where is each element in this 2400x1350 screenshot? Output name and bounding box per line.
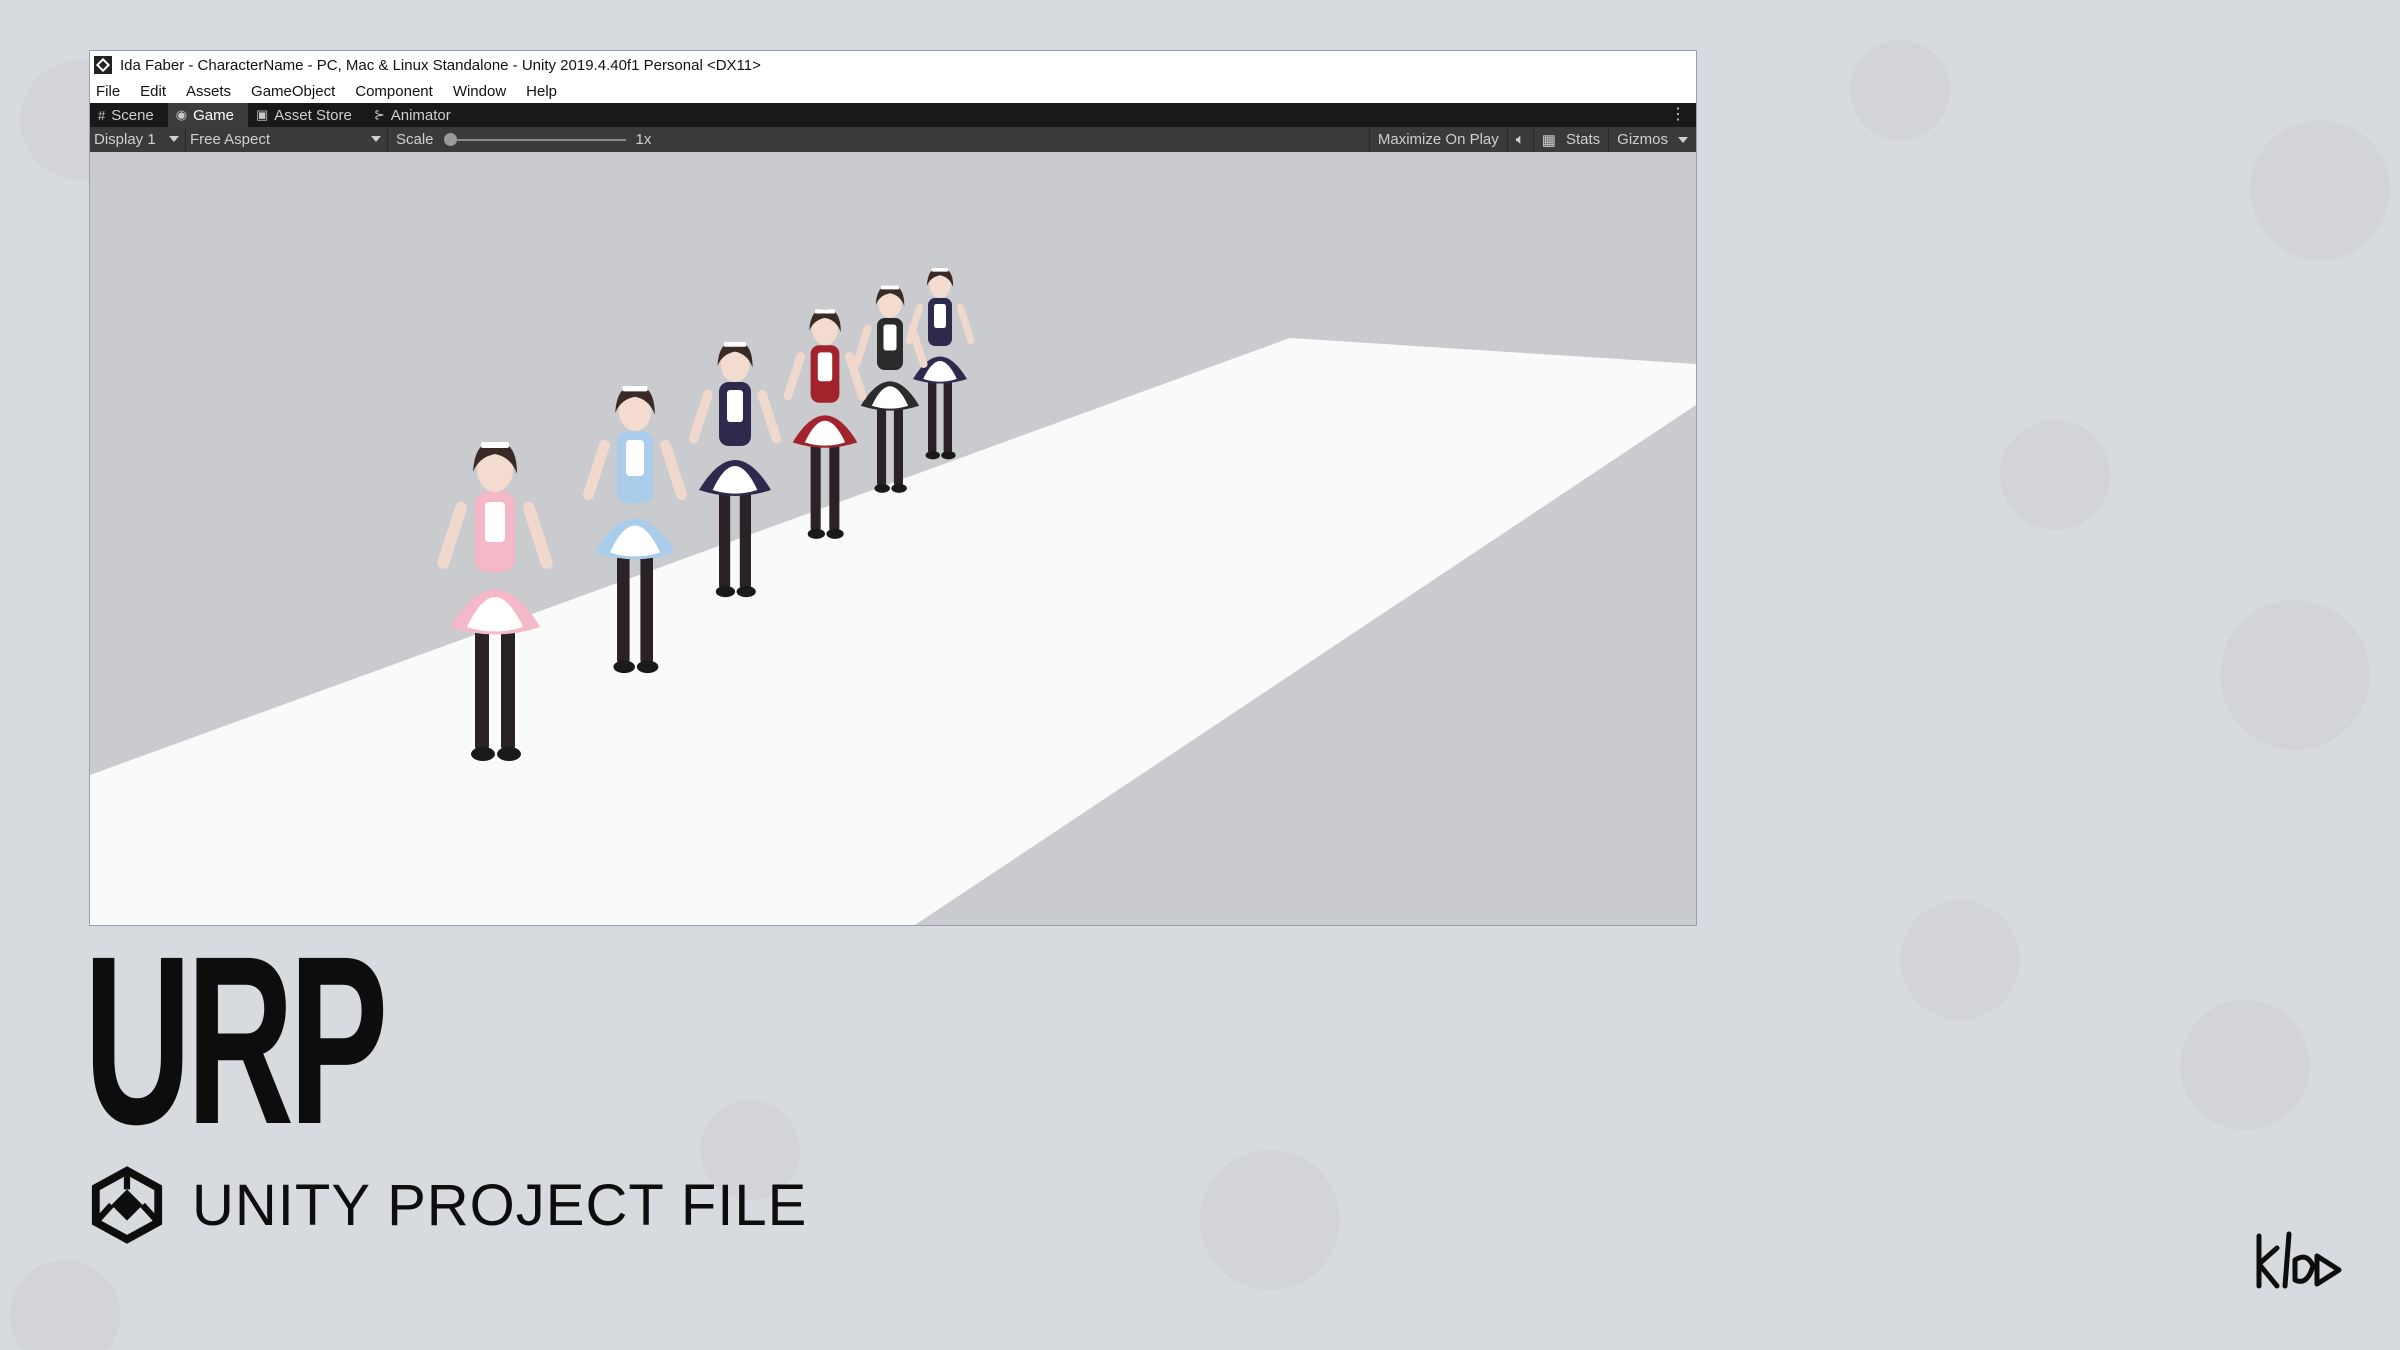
scale-slider[interactable] [443,132,626,146]
scale-slider-thumb[interactable] [443,132,457,146]
character-part [817,352,833,382]
tab-asset-store[interactable]: ▣ Asset Store [248,103,366,127]
character-part [739,486,751,590]
character-part [928,376,937,454]
aspect-dropdown[interactable]: Free Aspect [186,127,388,152]
character-part [727,390,743,422]
urp-heading: URP [84,906,388,1174]
toolbar-right-group: Maximize On Play 🔈︎ ▦ Stats Gizmos [1368,127,1696,152]
aspect-dropdown-label: Free Aspect [190,131,271,148]
character-part [481,442,509,448]
maximize-on-play-label: Maximize On Play [1377,131,1499,148]
more-options-icon[interactable]: ⋮ [1670,103,1686,127]
character-part [501,622,515,752]
character-part [877,402,887,487]
unity-editor-window: Ida Faber - CharacterName - PC, Mac & Li… [89,50,1697,926]
scale-control: Scale 1x [396,131,651,148]
gizmos-dropdown[interactable]: Gizmos [1608,127,1696,152]
stats-toggle[interactable]: ▦ Stats [1532,127,1608,152]
menu-assets[interactable]: Assets [186,83,231,100]
speaker-icon: 🔈︎ [1515,131,1525,148]
game-scene-render [90,152,1696,925]
character-part [807,528,825,539]
character-part [931,268,949,272]
display-dropdown[interactable]: Display 1 [90,127,186,152]
character-part [719,486,731,590]
title-bar: Ida Faber - CharacterName - PC, Mac & Li… [90,51,1696,79]
character-part [925,451,940,460]
grid-icon: # [98,107,106,123]
menu-bar: File Edit Assets GameObject Component Wi… [90,79,1696,103]
menu-help[interactable]: Help [526,83,557,100]
character-part [497,747,521,761]
scale-label: Scale [396,131,434,148]
tab-animator-label: Animator [390,106,451,124]
character-part [829,438,840,533]
game-view-toolbar: Display 1 Free Aspect Scale 1x Maximize … [90,127,1696,153]
character-part [880,285,900,290]
character-part [943,376,952,454]
menu-component[interactable]: Component [355,83,433,100]
character-part [934,304,946,328]
menu-edit[interactable]: Edit [140,83,166,100]
tab-game[interactable]: ◉ Game [167,103,248,127]
animator-icon: ⊱ [373,107,385,122]
stats-label: Stats [1565,131,1601,148]
character-part [640,548,653,665]
subtitle: UNITY PROJECT FILE [192,1173,808,1238]
menu-window[interactable]: Window [453,83,506,100]
character-part [814,309,836,314]
chevron-down-icon [169,136,179,142]
gizmos-label: Gizmos [1617,131,1668,148]
character-part [810,438,821,533]
character-part [874,483,890,493]
character-part [715,586,735,598]
character-part [626,440,644,476]
character-part [636,660,659,674]
tab-scene[interactable]: # Scene [90,103,168,127]
tab-scene-label: Scene [111,106,154,124]
character-part [471,747,495,761]
tab-animator[interactable]: ⊱ Animator [366,103,465,127]
unity-app-icon [94,56,112,74]
display-dropdown-label: Display 1 [94,131,156,148]
window-title: Ida Faber - CharacterName - PC, Mac & Li… [120,56,761,74]
game-view-viewport[interactable] [90,152,1696,925]
gamepad-icon: ◉ [175,107,188,122]
mute-audio-toggle[interactable]: 🔈︎ [1506,127,1533,152]
character-part [883,324,897,351]
character-part [613,660,635,674]
unity-logo-icon [91,1166,163,1244]
tab-game-label: Game [193,106,234,124]
chevron-down-icon [371,136,381,142]
maximize-on-play-toggle[interactable]: Maximize On Play [1368,127,1507,152]
menu-file[interactable]: File [96,83,120,100]
keyboard-icon: ▦ [1541,131,1556,149]
character-part [622,386,648,392]
tab-asset-store-label: Asset Store [274,106,352,124]
character-part [891,483,907,493]
character-part [826,528,844,539]
ida-faber-logo [2256,1231,2342,1289]
character-part [485,502,505,542]
character-part [475,622,489,752]
view-tab-bar: # Scene ◉ Game ▣ Asset Store ⊱ Animator … [90,103,1696,127]
menu-gameobject[interactable]: GameObject [251,83,335,100]
character-part [893,402,903,487]
scale-value: 1x [635,131,652,148]
character-part [736,586,756,598]
bag-icon: ▣ [255,107,269,122]
chevron-down-icon [1678,136,1688,143]
character-part [723,342,747,347]
character-part [617,548,630,665]
character-part [941,451,956,460]
